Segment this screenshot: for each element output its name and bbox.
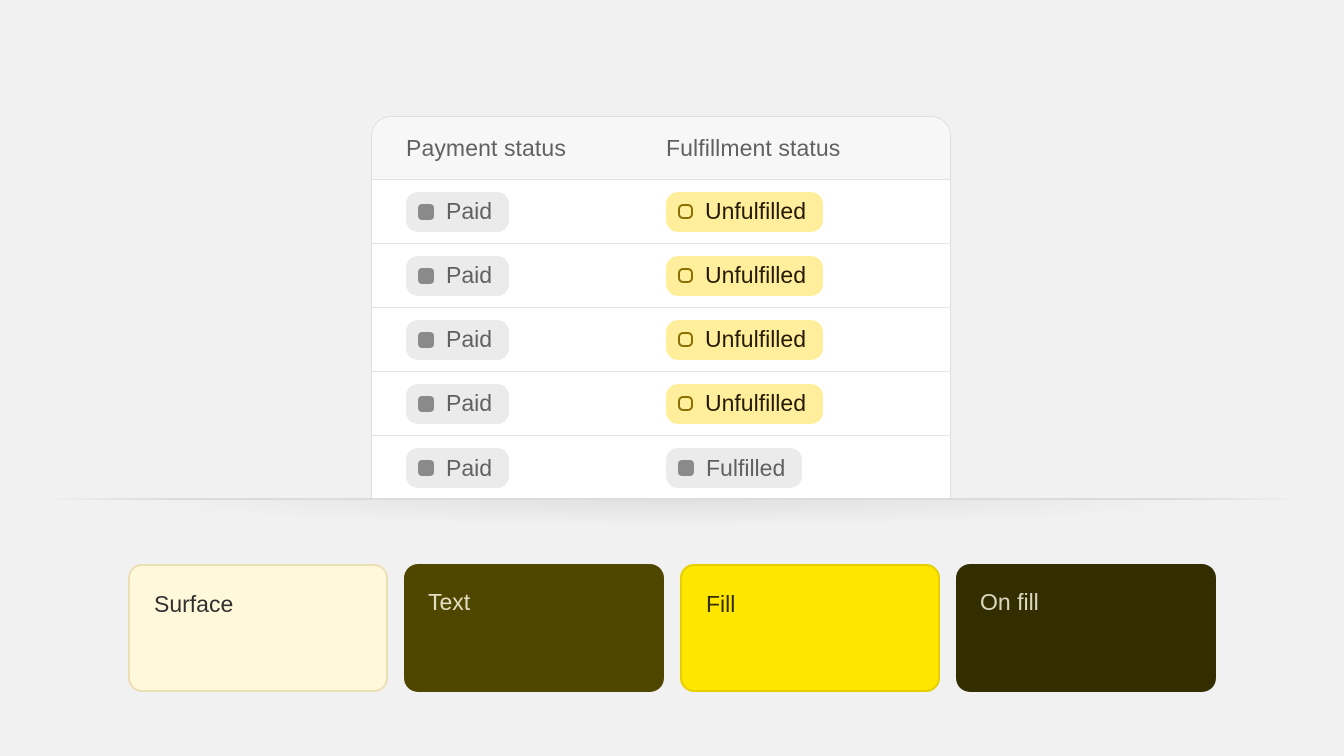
swatch-on-fill: On fill (956, 564, 1216, 692)
incomplete-circle-icon (678, 332, 693, 347)
fulfillment-status-badge: Unfulfilled (666, 191, 823, 232)
incomplete-circle-icon (678, 396, 693, 411)
fulfillment-status-badge: Unfulfilled (666, 255, 823, 296)
orders-status-table: Payment status Fulfillment status Paid U… (371, 116, 951, 499)
table-row[interactable]: Paid Unfulfilled (372, 244, 950, 308)
table-row[interactable]: Paid Unfulfilled (372, 372, 950, 436)
payment-status-header: Payment status (406, 134, 566, 161)
swatch-label: Text (428, 589, 471, 615)
card-shadow (120, 500, 1224, 526)
payment-status-badge: Paid (406, 319, 510, 360)
payment-status-badge: Paid (406, 383, 510, 424)
status-dot-icon (418, 203, 434, 220)
status-dot-icon (678, 460, 694, 476)
badge-label: Paid (446, 390, 493, 416)
status-dot-icon (418, 331, 434, 348)
badge-label: Unfulfilled (705, 198, 806, 224)
incomplete-circle-icon (678, 204, 693, 219)
swatch-label: Surface (154, 591, 234, 617)
badge-label: Paid (446, 326, 493, 352)
incomplete-circle-icon (678, 268, 693, 283)
status-dot-icon (418, 395, 434, 412)
badge-label: Fulfilled (706, 454, 786, 481)
stage: Payment status Fulfillment status Paid U… (0, 0, 1344, 756)
payment-status-badge: Paid (406, 191, 510, 232)
fulfillment-status-badge: Fulfilled (666, 448, 803, 488)
table-row[interactable]: Paid Unfulfilled (372, 308, 950, 372)
swatch-label: Fill (706, 591, 736, 617)
payment-status-badge: Paid (406, 448, 510, 488)
badge-label: Paid (446, 454, 493, 481)
badge-label: Paid (446, 262, 493, 288)
swatch-text: Text (404, 564, 664, 692)
swatch-fill: Fill (680, 564, 940, 692)
status-dot-icon (418, 460, 434, 476)
payment-status-badge: Paid (406, 255, 510, 296)
fulfillment-status-header: Fulfillment status (666, 134, 841, 161)
table-row[interactable]: Paid Unfulfilled (372, 180, 950, 244)
badge-label: Unfulfilled (705, 390, 806, 416)
table-row[interactable]: Paid Fulfilled (372, 436, 950, 499)
table-header-row: Payment status Fulfillment status (372, 117, 950, 180)
badge-label: Paid (446, 198, 493, 224)
fulfillment-status-badge: Unfulfilled (666, 319, 823, 360)
badge-label: Unfulfilled (705, 262, 806, 288)
fulfillment-status-badge: Unfulfilled (666, 383, 823, 424)
swatch-label: On fill (980, 589, 1039, 615)
badge-label: Unfulfilled (705, 326, 806, 352)
swatch-surface: Surface (128, 564, 388, 692)
status-dot-icon (418, 267, 434, 284)
